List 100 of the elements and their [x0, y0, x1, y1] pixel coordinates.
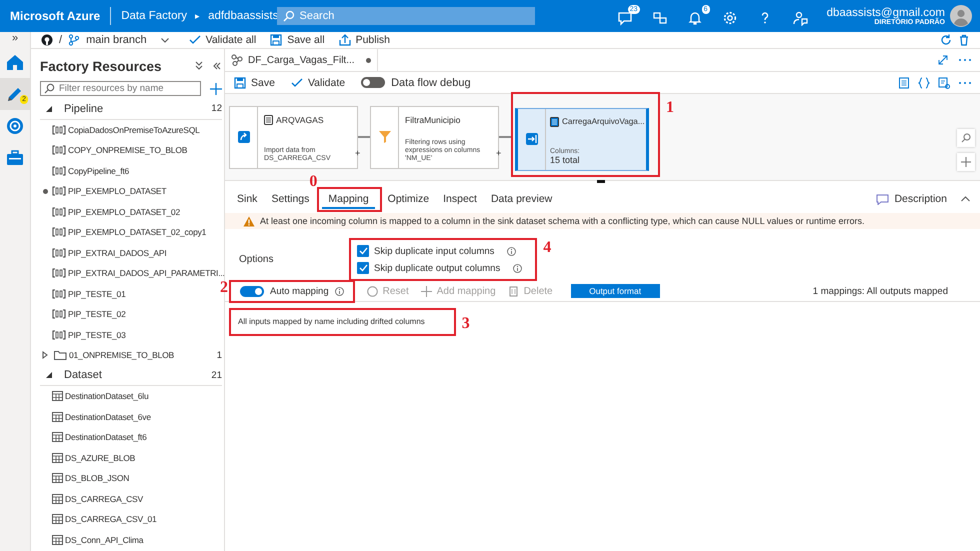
tree-item[interactable]: PIP_TESTE_03	[40, 324, 222, 345]
tree-item[interactable]: PIP_EXEMPLO_DATASET_02	[40, 202, 222, 222]
panel-tab[interactable]: Optimize	[382, 190, 436, 208]
toolbar-button[interactable]: Publish	[338, 34, 390, 46]
check-icon	[290, 76, 303, 88]
expand-button[interactable]: »	[12, 32, 18, 46]
tree-item[interactable]: DestinationDataset_6lu	[40, 386, 222, 406]
checkbox-label: Skip duplicate output columns	[374, 262, 500, 274]
toolbox-icon	[5, 148, 25, 168]
properties-icon[interactable]	[938, 76, 950, 88]
pipeline-icon	[52, 288, 66, 299]
expanded-caret-icon[interactable]	[45, 104, 53, 113]
tree-section[interactable]: Pipeline 12	[40, 99, 222, 120]
resize-handle[interactable]	[597, 180, 605, 183]
save-icon	[234, 76, 246, 88]
panel-tab[interactable]: Mapping	[322, 190, 375, 208]
tree-item[interactable]: DestinationDataset_ft6	[40, 427, 222, 448]
branch-dropdown[interactable]: main branch	[86, 34, 169, 46]
tree-item[interactable]: DS_Conn_API_Clima	[40, 530, 222, 550]
toggle-switch[interactable]	[361, 77, 386, 88]
checkbox[interactable]	[357, 262, 369, 274]
info-icon[interactable]	[513, 264, 522, 272]
tree-item[interactable]: CopiaDadosOnPremiseToAzureSQL	[40, 120, 222, 140]
funnel-icon	[378, 129, 392, 145]
branch-icon	[68, 34, 80, 46]
panel-tab[interactable]: Data preview	[484, 190, 558, 208]
expand-icon[interactable]	[938, 55, 948, 65]
pipeline-icon	[52, 206, 66, 217]
breadcrumb-link[interactable]: adfdbaassists	[208, 10, 278, 22]
table-icon	[52, 473, 63, 484]
pipeline-icon	[52, 268, 66, 278]
checkbox[interactable]	[357, 245, 369, 257]
account-email[interactable]: dbaassists@gmail.com	[826, 6, 945, 18]
toolbar-button[interactable]: Validate all	[188, 34, 256, 46]
tree-item[interactable]: PIP_EXTRAI_DADOS_API	[40, 242, 222, 263]
pipeline-icon	[52, 248, 66, 258]
description-button[interactable]: Description	[876, 193, 947, 205]
tree-item[interactable]: DS_CARREGA_CSV	[40, 488, 222, 509]
callout-number: 2	[220, 280, 228, 296]
trash-icon	[508, 286, 519, 296]
more-icon[interactable]	[958, 58, 972, 62]
panel-title: Factory Resources	[40, 58, 162, 74]
refresh-icon[interactable]	[940, 34, 952, 46]
code-icon[interactable]	[918, 76, 930, 88]
toggle-switch[interactable]	[240, 286, 264, 296]
tree-item[interactable]: COPY_ONPREMISE_TO_BLOB	[40, 140, 222, 160]
import-icon	[236, 129, 250, 145]
tree-item[interactable]: PIP_EXEMPLO_DATASET	[40, 181, 222, 202]
add-icon[interactable]	[210, 82, 222, 94]
node-description: 15 total	[550, 154, 581, 164]
zoom-in-icon[interactable]	[961, 157, 971, 167]
collapse-icon[interactable]	[961, 196, 970, 202]
tree-item[interactable]: PIP_EXEMPLO_DATASET_02_copy1	[40, 222, 222, 242]
panel-tab[interactable]: Sink	[231, 190, 264, 208]
save-icon	[270, 34, 282, 46]
more-icon[interactable]	[958, 80, 972, 84]
search-field[interactable]: Search	[277, 7, 536, 25]
collapsed-caret-icon[interactable]	[41, 351, 49, 360]
pipeline-icon	[52, 145, 66, 156]
item-count: 1	[216, 350, 222, 361]
collapse-panel-icon[interactable]	[212, 61, 222, 71]
tree-item[interactable]: DS_AZURE_BLOB	[40, 448, 222, 468]
tree-item[interactable]: 01_ONPREMISE_TO_BLOB	[40, 345, 217, 366]
tree-item[interactable]: DestinationDataset_6ve	[40, 406, 222, 427]
bell-icon	[686, 10, 703, 26]
expanded-caret-icon[interactable]	[45, 371, 53, 380]
github-icon[interactable]	[41, 34, 53, 46]
trash-icon[interactable]	[958, 34, 970, 46]
info-text: All inputs mapped by name including drifted columns	[237, 316, 426, 328]
collapse-all-icon[interactable]	[194, 61, 204, 71]
path-separator: /	[59, 34, 62, 46]
tree-item[interactable]: DS_CARREGA_CSV_01	[40, 509, 222, 530]
search-icon	[44, 83, 55, 94]
toolbar-button[interactable]: Save all	[270, 34, 325, 46]
pipeline-icon	[52, 309, 66, 320]
tree-item[interactable]: PIP_TESTE_01	[40, 284, 222, 304]
output-format-button[interactable]: Output format	[570, 284, 660, 298]
circle-icon	[366, 286, 378, 296]
gauge-icon	[5, 116, 25, 136]
panel-tab[interactable]: Inspect	[437, 190, 483, 208]
add-step-button[interactable]: +	[496, 148, 502, 158]
tree-item[interactable]: CopyPipeline_ft6	[40, 160, 222, 181]
add-step-button[interactable]: +	[355, 148, 360, 158]
tree-item[interactable]: DS_BLOB_JSON	[40, 468, 222, 488]
script-icon[interactable]	[898, 76, 910, 88]
document-tab[interactable]: DF_Carga_Vagas_Filt...	[225, 49, 378, 71]
tree-item[interactable]: PIP_TESTE_02	[40, 304, 222, 324]
avatar-icon[interactable]	[950, 5, 972, 27]
breadcrumb-link[interactable]: Data Factory	[121, 10, 188, 22]
section-label: Pipeline	[64, 102, 104, 115]
search-icon[interactable]	[961, 133, 971, 143]
pipeline-icon	[52, 186, 66, 196]
toolbar-button[interactable]: Validate	[290, 76, 346, 88]
filter-field[interactable]: Filter resources by name	[40, 81, 201, 96]
panel-tab[interactable]: Settings	[265, 190, 316, 208]
toolbar-button[interactable]: Save	[234, 76, 275, 88]
info-icon[interactable]	[507, 246, 516, 256]
info-icon[interactable]	[334, 286, 344, 296]
brand-name[interactable]: Microsoft Azure	[10, 9, 100, 23]
tree-section[interactable]: Dataset 21	[40, 366, 222, 386]
